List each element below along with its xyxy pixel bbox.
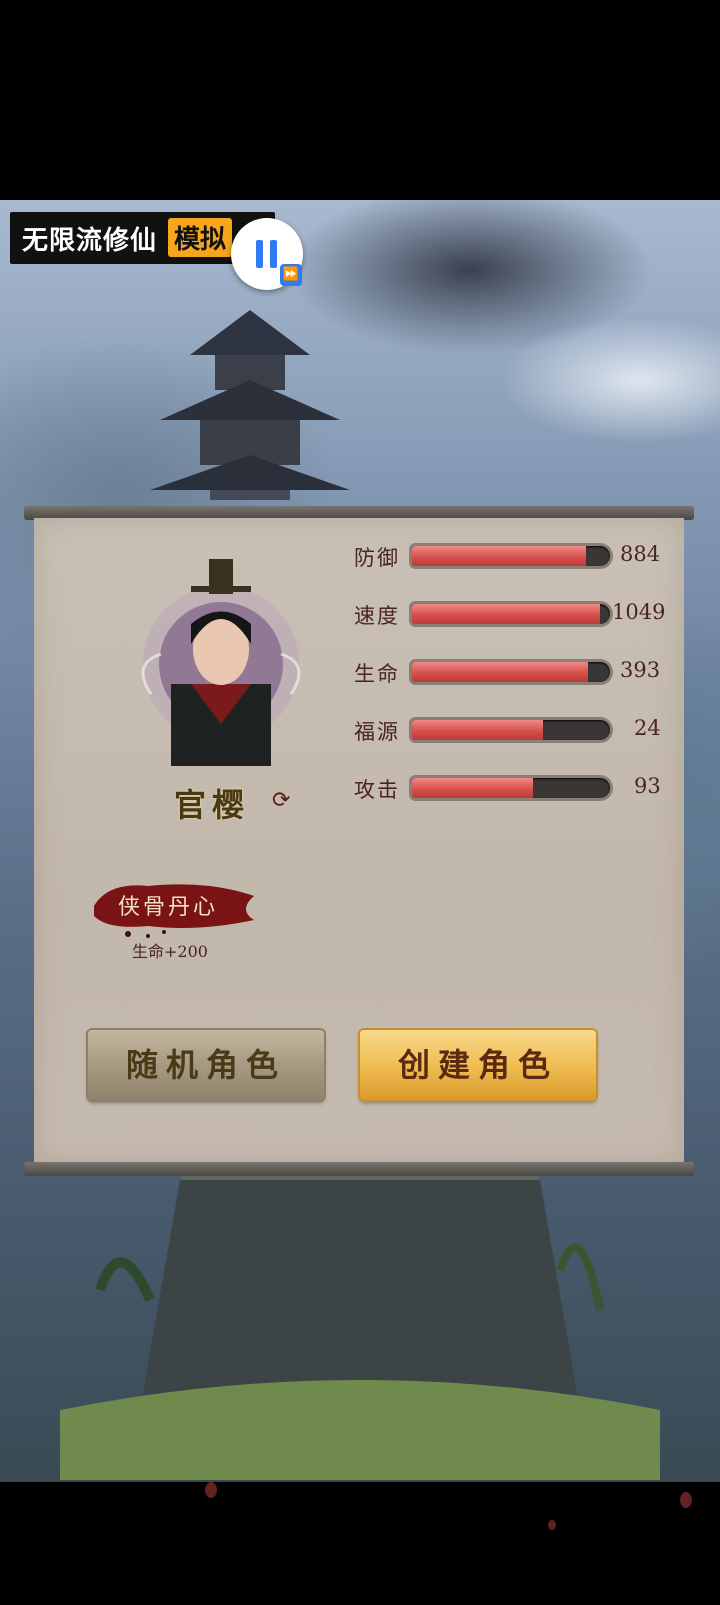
stat-label: 福源: [354, 720, 400, 744]
cliff-illustration: [60, 1156, 660, 1480]
stat-value: 393: [620, 658, 661, 682]
stat-label: 生命: [354, 662, 400, 686]
stat-bar-fill: [412, 778, 533, 798]
stat-row-fortune: 福源 24: [354, 716, 684, 746]
pause-icon: [256, 240, 263, 268]
stat-value: 1049: [612, 600, 666, 624]
pagoda-illustration: [150, 310, 350, 500]
stat-row-attack: 攻击 93: [354, 774, 684, 804]
stat-row-defense: 防御 884: [354, 542, 684, 572]
petal-decoration: [548, 1520, 556, 1530]
stat-bar: [412, 662, 610, 682]
scroll-rod-bottom: [24, 1162, 694, 1176]
fast-forward-icon[interactable]: ⏩: [280, 264, 302, 286]
stat-bar: [412, 546, 610, 566]
stat-label: 速度: [354, 604, 400, 628]
stat-label: 防御: [354, 546, 400, 570]
stat-value: 24: [634, 716, 661, 740]
ad-tag: 模拟: [168, 218, 233, 257]
stat-value: 93: [634, 774, 661, 798]
petal-decoration: [680, 1492, 692, 1508]
petal-decoration: [205, 1482, 217, 1498]
stat-bar-fill: [412, 720, 543, 740]
random-character-button[interactable]: 随机角色: [88, 1030, 324, 1100]
refresh-name-icon[interactable]: ⟳: [272, 790, 294, 812]
stat-row-life: 生命 393: [354, 658, 684, 688]
character-creation-panel: 官樱 ⟳ 防御 884 速度 1049 生命 393 福源 24 攻击 93 侠…: [34, 518, 684, 1164]
stat-row-speed: 速度 1049: [354, 600, 684, 630]
stat-bar: [412, 720, 610, 740]
stat-bar-fill: [412, 662, 589, 682]
create-character-button[interactable]: 创建角色: [360, 1030, 596, 1100]
character-portrait[interactable]: [131, 554, 311, 766]
trait-effect: 生命+200: [132, 942, 208, 961]
stat-value: 884: [620, 542, 661, 566]
stat-bar-fill: [412, 546, 587, 566]
pause-icon-bar: [270, 240, 277, 268]
ad-title: 无限流修仙: [22, 226, 158, 256]
trait-name: 侠骨丹心: [118, 895, 219, 920]
character-name: 官樱: [174, 786, 251, 824]
stat-label: 攻击: [354, 778, 400, 802]
stat-bar: [412, 604, 610, 624]
stat-bar-fill: [412, 604, 601, 624]
stat-bar: [412, 778, 610, 798]
